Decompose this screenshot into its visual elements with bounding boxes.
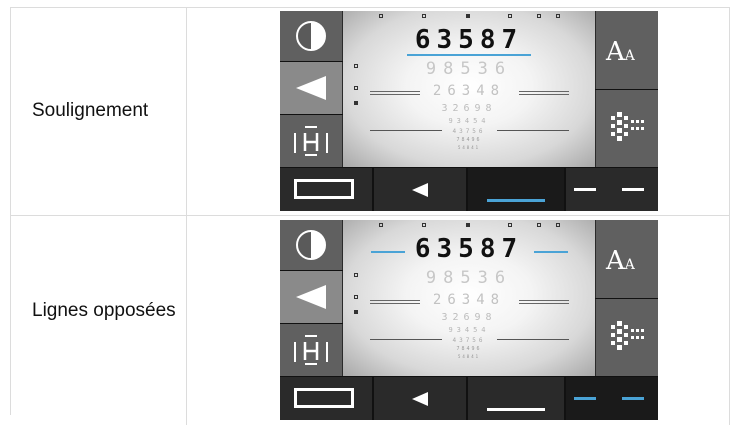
optotype-line-1: 63587 (414, 234, 524, 264)
arrow-left-side-button[interactable] (280, 62, 343, 114)
top-dots (343, 223, 595, 229)
optotype-screen-underline: 63587 98536 26348 32698 93454 43756 7849… (280, 11, 658, 211)
arrow-left-side-button[interactable] (280, 271, 343, 323)
contrast-button[interactable] (280, 11, 343, 61)
contrast-button[interactable] (280, 220, 343, 270)
optotype-line-8: 54841 (457, 354, 481, 359)
table-left-border (10, 7, 11, 415)
optotype-chart: 63587 98536 26348 32698 93454 43756 7849… (343, 220, 595, 376)
single-line-right (497, 339, 569, 340)
column-divider (186, 7, 187, 425)
optotype-screen-opposite-lines: 63587 98536 26348 32698 93454 43756 7849… (280, 220, 658, 420)
rectangle-frame-button[interactable] (280, 168, 372, 211)
underline-marker (407, 54, 531, 56)
h-target-icon (294, 335, 328, 365)
optotype-line-1: 63587 (414, 25, 524, 55)
table-right-border (729, 7, 730, 425)
optotype-chart: 63587 98536 26348 32698 93454 43756 7849… (343, 11, 595, 167)
arrow-left-icon (412, 392, 428, 406)
rectangle-frame-button[interactable] (280, 377, 372, 420)
optotype-line-7: 78496 (456, 346, 482, 352)
optotype-line-7: 78496 (456, 137, 482, 143)
h-target-button[interactable] (280, 115, 343, 167)
opposite-lines-icon (574, 188, 596, 191)
underline-button[interactable] (468, 377, 564, 420)
optotype-line-5: 93454 (448, 326, 490, 334)
single-line-right (497, 130, 569, 131)
optotype-line-4: 32698 (441, 103, 497, 114)
underline-icon (487, 408, 545, 411)
optotype-line-8: 54841 (457, 145, 481, 150)
top-dots (343, 14, 595, 20)
arrow-left-button[interactable] (374, 377, 466, 420)
optotype-line-4: 32698 (441, 312, 497, 323)
opposite-lines-button[interactable] (566, 168, 658, 211)
h-target-button[interactable] (280, 324, 343, 376)
dot-grid-button[interactable] (595, 90, 658, 167)
row-label-lignes-opposees: Lignes opposées (32, 300, 176, 321)
rectangle-frame-icon (294, 179, 354, 199)
rectangle-frame-icon (294, 388, 354, 408)
optotype-line-2: 98536 (425, 268, 513, 288)
table-top-border (10, 7, 730, 8)
font-size-icon: AA (606, 246, 635, 276)
row-label-soulignement: Soulignement (32, 100, 149, 121)
font-size-icon: AA (606, 37, 635, 67)
double-line-right (519, 300, 569, 304)
opposite-lines-button[interactable] (566, 377, 658, 420)
opposite-lines-icon (574, 397, 596, 400)
contrast-icon (296, 21, 326, 51)
dot-grid-icon (611, 321, 644, 350)
dot-grid-icon (611, 112, 644, 141)
optotype-line-5: 93454 (448, 117, 490, 125)
arrow-left-icon (412, 183, 428, 197)
opposite-line-right (534, 251, 568, 253)
arrow-left-button[interactable] (374, 168, 466, 211)
underline-button[interactable] (468, 168, 564, 211)
dot-grid-button[interactable] (595, 299, 658, 376)
font-size-button[interactable]: AA (595, 220, 658, 298)
font-size-button[interactable]: AA (595, 11, 658, 89)
contrast-icon (296, 230, 326, 260)
row-divider (10, 215, 730, 216)
optotype-line-2: 98536 (425, 59, 513, 79)
h-target-icon (294, 126, 328, 156)
double-line-right (519, 91, 569, 95)
arrow-left-icon (296, 285, 326, 309)
underline-icon (487, 199, 545, 202)
arrow-left-icon (296, 76, 326, 100)
